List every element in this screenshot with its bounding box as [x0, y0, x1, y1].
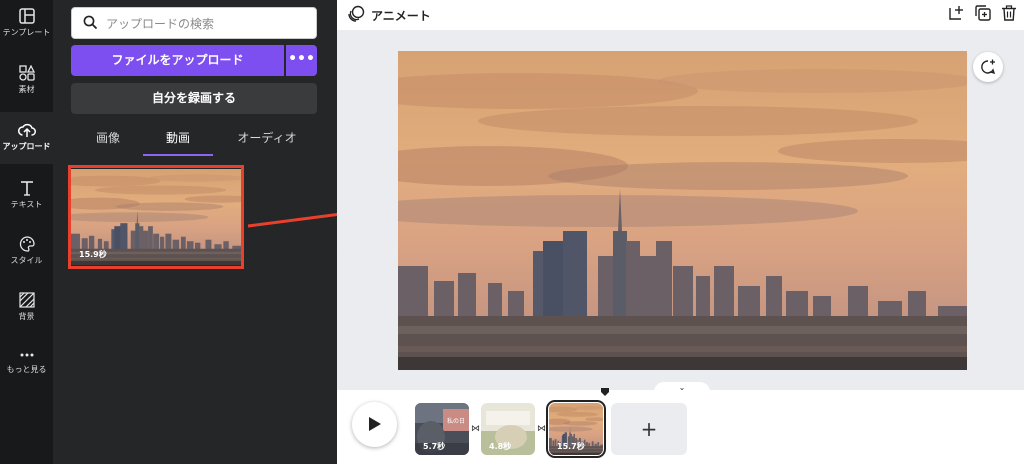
page-video-element[interactable] — [398, 51, 967, 370]
upload-file-button[interactable]: ファイルをアップロード — [71, 45, 284, 76]
record-yourself-button[interactable]: 自分を録画する — [71, 83, 317, 114]
template-icon — [18, 8, 35, 24]
page-header: アニメート — [337, 0, 1024, 30]
text-icon — [20, 181, 33, 196]
search-input[interactable] — [106, 14, 306, 34]
highlight-frame — [68, 165, 244, 269]
left-rail: テンプレート 素材 アップロード テキスト スタイル 背景 もっと見る — [0, 0, 53, 464]
rail-item-background[interactable]: 背景 — [0, 292, 53, 332]
rail-item-text[interactable]: テキスト — [0, 180, 53, 220]
rail-label-text: テキスト — [10, 200, 43, 209]
timeline-page-1[interactable]: 私の日 5.7秒 — [415, 403, 469, 455]
canva-editor: テンプレート 素材 アップロード テキスト スタイル 背景 もっと見る アップロ… — [0, 0, 1024, 464]
tab-videos[interactable]: 動画 — [158, 129, 198, 146]
rail-item-style[interactable]: スタイル — [0, 236, 53, 276]
rail-label-upload: アップロード — [2, 142, 51, 151]
rail-label-elements: 素材 — [18, 85, 35, 94]
page-2-duration: 4.8秒 — [489, 442, 512, 451]
page-1-duration: 5.7秒 — [423, 442, 446, 451]
palette-icon — [19, 236, 35, 252]
page-1-caption: 私の日 — [447, 417, 465, 425]
city-skyline-video — [398, 51, 967, 370]
upload-more-button[interactable]: ••• — [286, 45, 317, 76]
rail-label-style: スタイル — [10, 256, 43, 265]
play-button[interactable] — [352, 402, 397, 447]
rail-label-background: 背景 — [18, 312, 35, 321]
rail-item-more[interactable]: もっと見る — [0, 352, 53, 382]
timeline-page-3[interactable]: 15.7秒 — [546, 400, 606, 458]
page-3-duration: 15.7秒 — [557, 442, 585, 451]
timeline-page-2[interactable]: 4.8秒 — [481, 403, 535, 455]
more-dots-icon — [20, 353, 33, 357]
add-page-button[interactable]: + — [611, 403, 687, 455]
rail-item-elements[interactable]: 素材 — [0, 65, 53, 105]
search-box[interactable] — [71, 7, 317, 39]
playhead-marker[interactable] — [600, 387, 610, 397]
trash-icon[interactable] — [1001, 5, 1017, 21]
upload-panel: ファイルをアップロード ••• 自分を録画する 画像 動画 オーディオ 15.9… — [53, 0, 337, 464]
transition-icon[interactable]: ⋈ — [537, 424, 546, 434]
design-canvas — [337, 30, 1024, 390]
rail-item-upload[interactable]: アップロード — [0, 112, 53, 164]
background-pattern-icon — [18, 292, 35, 308]
upload-cloud-icon — [17, 123, 36, 137]
transition-icon[interactable]: ⋈ — [471, 424, 480, 434]
timeline-toggle[interactable]: ⌄ — [654, 382, 710, 394]
active-tab-indicator — [143, 154, 213, 156]
play-icon — [369, 417, 381, 431]
rail-label-more: もっと見る — [6, 365, 47, 374]
add-comment-button[interactable] — [973, 52, 1003, 82]
elements-icon — [18, 65, 35, 81]
page-title[interactable]: アニメート — [371, 7, 431, 24]
add-page-icon[interactable] — [948, 5, 964, 21]
tab-audio[interactable]: オーディオ — [235, 129, 299, 146]
comment-add-icon — [981, 59, 996, 75]
tab-images[interactable]: 画像 — [93, 129, 123, 146]
search-icon — [83, 15, 98, 30]
rail-item-template[interactable]: テンプレート — [0, 8, 53, 50]
animate-icon[interactable] — [347, 5, 365, 23]
page-timeline: ⌄ 私の日 5.7秒 ⋈ 4.8秒 ⋈ 15.7秒 + — [337, 382, 1024, 464]
rail-label-template: テンプレート — [2, 28, 51, 37]
duplicate-page-icon[interactable] — [975, 5, 991, 21]
